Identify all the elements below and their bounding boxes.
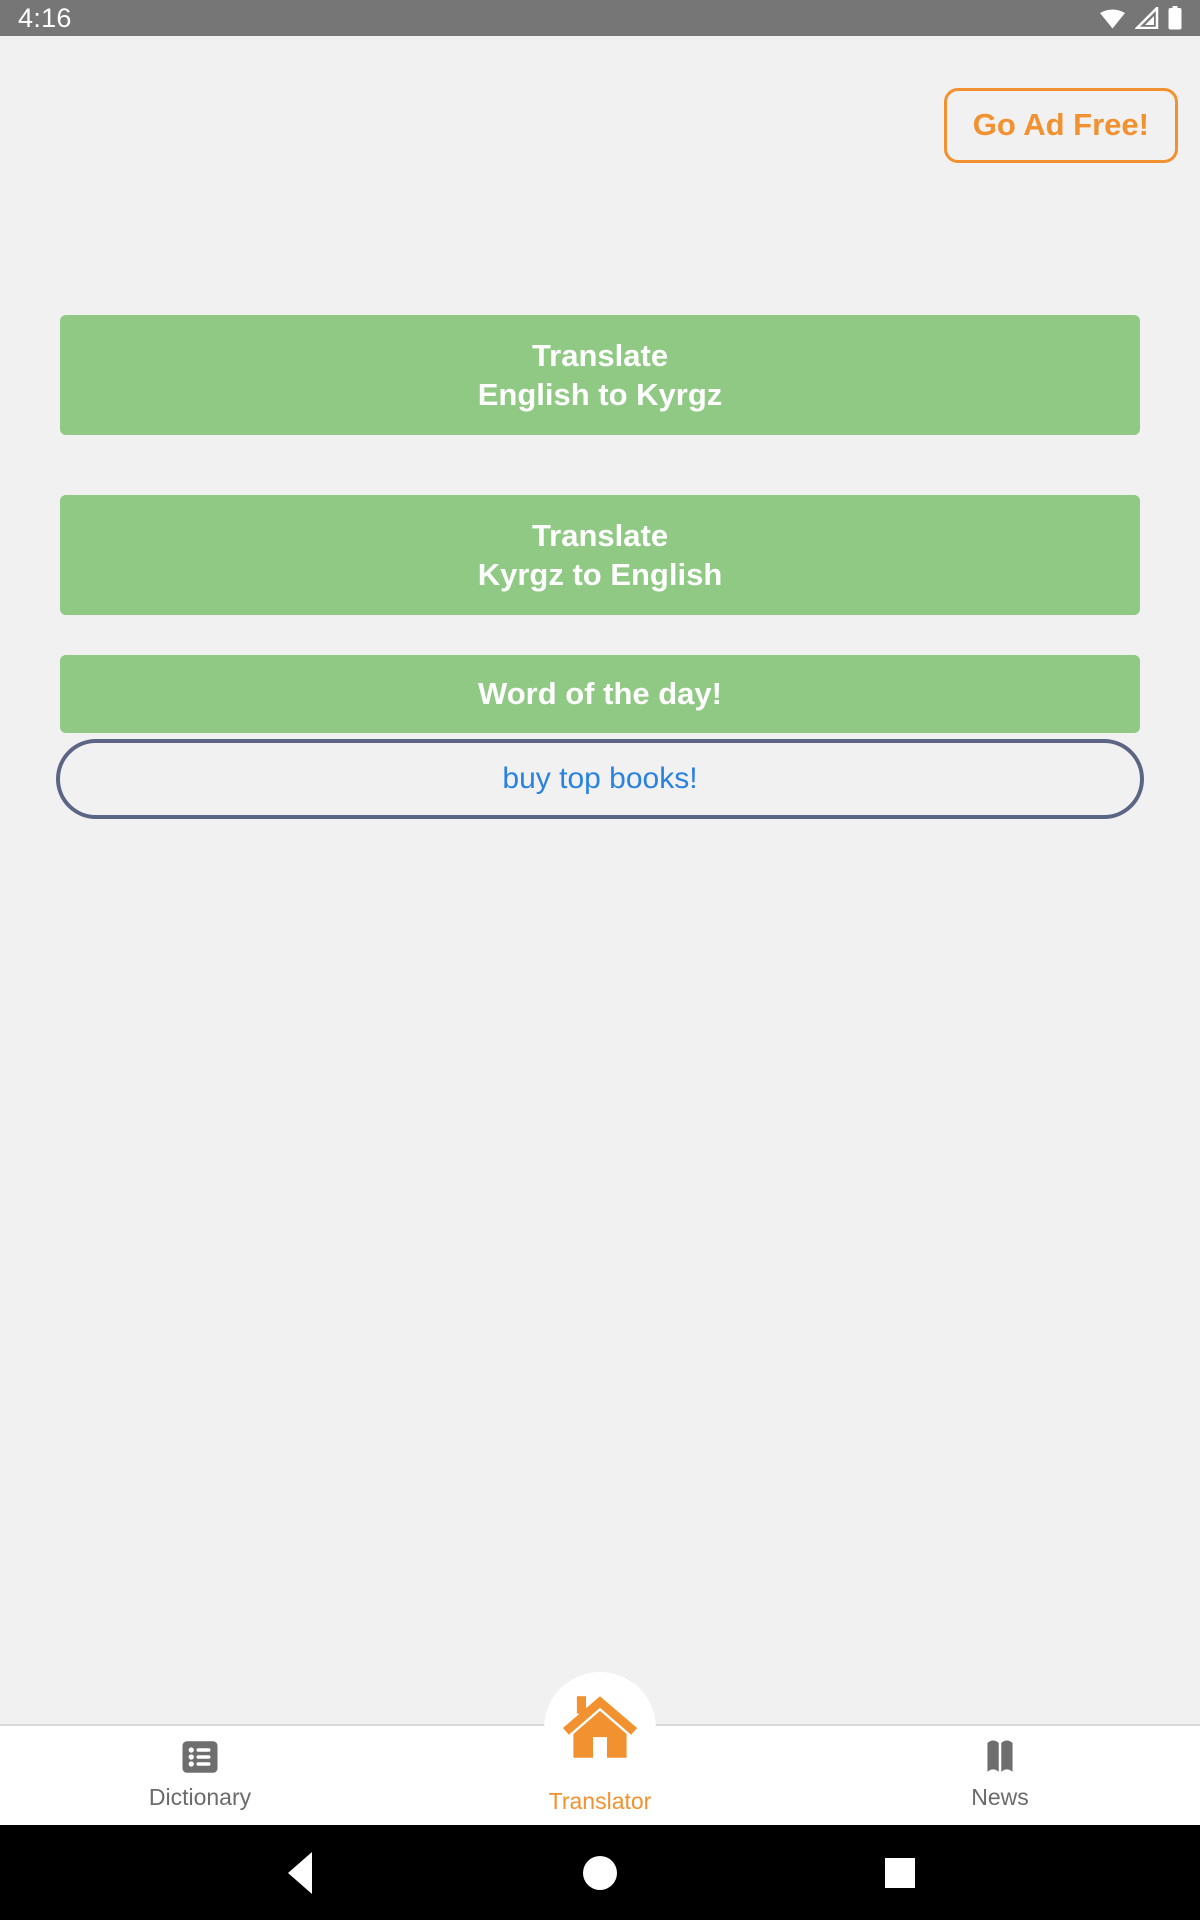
list-icon bbox=[179, 1734, 221, 1780]
signal-icon bbox=[1135, 7, 1159, 29]
book-icon bbox=[978, 1734, 1022, 1780]
buy-top-books-wrapper: buy top books! bbox=[56, 739, 1144, 819]
status-bar-icons bbox=[1099, 6, 1182, 30]
tab-news[interactable]: News bbox=[800, 1726, 1200, 1825]
ad-free-row: Go Ad Free! bbox=[943, 88, 1178, 163]
app-content: Go Ad Free! Translate English to Kyrgz T… bbox=[0, 36, 1200, 1724]
tab-label-news: News bbox=[971, 1784, 1029, 1810]
tab-label-translator: Translator bbox=[548, 1788, 652, 1814]
tab-label-dictionary: Dictionary bbox=[148, 1784, 252, 1810]
home-circle-icon bbox=[583, 1855, 617, 1890]
status-bar: 4:16 bbox=[0, 0, 1200, 36]
battery-icon bbox=[1168, 6, 1182, 30]
bottom-tab-bar: Dictionary Translator News bbox=[0, 1672, 1200, 1825]
translate-english-to-kyrgz-button[interactable]: Translate English to Kyrgz bbox=[60, 315, 1140, 435]
home-button[interactable] bbox=[560, 1833, 640, 1913]
home-icon bbox=[555, 1682, 645, 1772]
back-triangle-icon bbox=[288, 1851, 312, 1894]
back-button[interactable] bbox=[260, 1833, 340, 1913]
system-navigation-bar bbox=[0, 1825, 1200, 1920]
wifi-icon bbox=[1099, 7, 1126, 29]
button-line-2: English to Kyrgz bbox=[477, 377, 723, 412]
word-of-the-day-button[interactable]: Word of the day! bbox=[60, 655, 1140, 733]
primary-actions: Translate English to Kyrgz Translate Kyr… bbox=[56, 315, 1144, 819]
buy-top-books-button[interactable]: buy top books! bbox=[56, 739, 1144, 819]
button-line-1: Translate bbox=[531, 337, 669, 373]
button-line-1: Word of the day! bbox=[478, 676, 722, 711]
recents-button[interactable] bbox=[860, 1833, 940, 1913]
tab-translator[interactable]: Translator bbox=[400, 1672, 800, 1825]
translate-kyrgz-to-english-button[interactable]: Translate Kyrgz to English bbox=[60, 495, 1140, 615]
recents-square-icon bbox=[885, 1857, 915, 1888]
tab-dictionary[interactable]: Dictionary bbox=[0, 1726, 400, 1825]
button-line-1: Translate bbox=[531, 517, 669, 553]
button-line-2: Kyrgz to English bbox=[477, 557, 723, 592]
status-bar-time: 4:16 bbox=[18, 3, 72, 33]
go-ad-free-button[interactable]: Go Ad Free! bbox=[943, 88, 1178, 163]
